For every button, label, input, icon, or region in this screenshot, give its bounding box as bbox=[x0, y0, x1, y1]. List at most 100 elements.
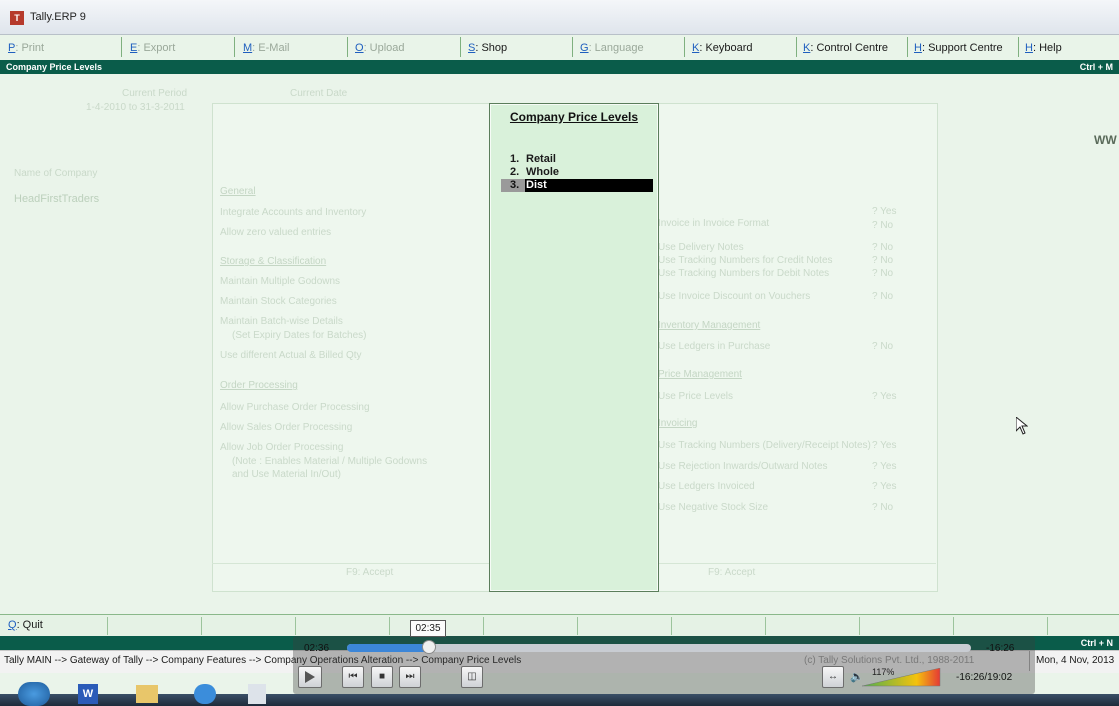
current-period-value: 1-4-2010 to 31-3-2011 bbox=[86, 102, 185, 113]
rc-label: Use Ledgers in Purchase bbox=[658, 341, 771, 352]
stop-button[interactable]: ■ bbox=[371, 666, 393, 688]
previous-icon: ⏮ bbox=[348, 671, 358, 682]
fit-width-icon: ↔ bbox=[828, 671, 838, 682]
rc-label: Use Tracking Numbers for Debit Notes bbox=[658, 268, 830, 279]
mouse-cursor-icon bbox=[1016, 417, 1028, 435]
fit-width-button[interactable]: ↔ bbox=[822, 666, 844, 688]
zoom-level: 117% bbox=[872, 667, 895, 677]
play-button[interactable] bbox=[298, 666, 322, 688]
current-period-label: Current Period bbox=[122, 88, 188, 99]
accept-button-bg: F9: Accept bbox=[346, 567, 394, 578]
play-icon bbox=[305, 671, 315, 683]
rc-value: ? No bbox=[872, 220, 894, 231]
seek-tooltip: 02:35 bbox=[410, 620, 446, 637]
section-storage: Storage & Classification bbox=[220, 256, 327, 267]
section-general: General bbox=[220, 186, 256, 197]
menu-language[interactable]: G: Language bbox=[580, 42, 644, 54]
stop-icon: ■ bbox=[378, 671, 386, 682]
allow-zero-valued: Allow zero valued entries bbox=[220, 227, 332, 238]
windows-taskbar: W bbox=[0, 682, 1119, 706]
rc-label: Use Invoice Discount on Vouchers bbox=[658, 291, 811, 302]
rc-value: ? No bbox=[872, 242, 894, 253]
rc-label: Use Rejection Inwards/Outward Notes bbox=[658, 461, 828, 472]
price-level-item[interactable]: 2. Whole bbox=[490, 166, 658, 179]
window-title: Tally.ERP 9 bbox=[30, 11, 86, 23]
rc-label: Use Price Levels bbox=[658, 391, 734, 402]
price-levels-popup: Company Price Levels 1. Retail 2. Whole … bbox=[489, 103, 659, 592]
rc-value: ? No bbox=[872, 255, 894, 266]
rc-value: ? Yes bbox=[872, 391, 897, 402]
current-date: Mon, 4 Nov, 2013 bbox=[1029, 651, 1114, 671]
window-titlebar: T Tally.ERP 9 bbox=[0, 0, 1119, 35]
screen-title: Company Price Levels bbox=[6, 62, 103, 72]
actual-billed: Use different Actual & Billed Qty bbox=[220, 350, 362, 361]
name-of-company-label: Name of Company bbox=[14, 168, 98, 179]
fullscreen-icon: ◫ bbox=[467, 671, 477, 682]
company-name: HeadFirstTraders bbox=[14, 193, 100, 205]
menu-export[interactable]: E: Export bbox=[130, 42, 175, 54]
rc-value: ? Yes bbox=[872, 461, 897, 472]
popup-title: Company Price Levels bbox=[509, 110, 639, 124]
job-note-2: and Use Material In/Out) bbox=[232, 469, 341, 480]
menu-email[interactable]: M: E-Mail bbox=[243, 42, 289, 54]
right-edge-text: WW bbox=[1094, 133, 1117, 147]
menu-print[interactable]: P: Print bbox=[8, 42, 44, 54]
rc-value: ? No bbox=[872, 341, 894, 352]
calculator-icon[interactable] bbox=[248, 684, 266, 704]
stock-categories: Maintain Stock Categories bbox=[220, 296, 337, 307]
rc-section: Price Management bbox=[658, 369, 742, 380]
rc-value: ? Yes bbox=[872, 206, 897, 217]
seek-handle[interactable] bbox=[422, 640, 436, 654]
current-date-label: Current Date bbox=[290, 88, 348, 99]
price-level-item[interactable]: 1. Retail bbox=[490, 153, 658, 166]
batch-wise: Maintain Batch-wise Details bbox=[220, 316, 343, 327]
rc-value: ? Yes bbox=[872, 481, 897, 492]
internet-explorer-icon[interactable] bbox=[194, 684, 216, 704]
elapsed-time: 02:36 bbox=[304, 643, 330, 654]
rc-value: ? No bbox=[872, 291, 894, 302]
menu-upload[interactable]: O: Upload bbox=[355, 42, 405, 54]
rc-value: ? No bbox=[872, 502, 894, 513]
section-order-processing: Order Processing bbox=[220, 380, 298, 391]
job-note-1: (Note : Enables Material / Multiple Godo… bbox=[232, 456, 428, 467]
rc-value: ? Yes bbox=[872, 440, 897, 451]
time-total: -16:26/19:02 bbox=[956, 672, 1013, 683]
next-icon: ⏭ bbox=[405, 671, 415, 682]
rc-value: ? No bbox=[872, 268, 894, 279]
menu-help[interactable]: H: Help bbox=[1025, 42, 1062, 54]
explorer-icon[interactable] bbox=[136, 685, 158, 703]
rc-section: Invoicing bbox=[658, 418, 698, 429]
rc-label: Use Tracking Numbers (Delivery/Receipt N… bbox=[658, 440, 871, 451]
menu-keyboard[interactable]: K: Keyboard bbox=[692, 42, 753, 54]
menu-shop[interactable]: S: Shop bbox=[468, 42, 507, 54]
menu-support-centre[interactable]: H: Support Centre bbox=[914, 42, 1003, 54]
rc-label: Invoice in Invoice Format bbox=[658, 218, 770, 229]
seek-progress bbox=[347, 644, 428, 652]
rc-section: Inventory Management bbox=[658, 320, 761, 331]
seek-bar[interactable] bbox=[347, 644, 971, 652]
integrate-accounts: Integrate Accounts and Inventory bbox=[220, 207, 367, 218]
tally-app-icon: T bbox=[10, 11, 24, 25]
next-button[interactable]: ⏭ bbox=[399, 666, 421, 688]
job-order: Allow Job Order Processing bbox=[220, 442, 344, 453]
purchase-order: Allow Purchase Order Processing bbox=[220, 402, 370, 413]
word-icon[interactable]: W bbox=[78, 684, 98, 704]
rc-label: Use Tracking Numbers for Credit Notes bbox=[658, 255, 833, 266]
status-shortcut: Ctrl + N bbox=[1080, 638, 1113, 648]
accept-button-bg-2: F9: Accept bbox=[708, 567, 756, 578]
rc-label: Use Delivery Notes bbox=[658, 242, 744, 253]
previous-button[interactable]: ⏮ bbox=[342, 666, 364, 688]
bottom-button-bar: Q: Quit bbox=[0, 614, 1119, 637]
multiple-godowns: Maintain Multiple Godowns bbox=[220, 276, 341, 287]
set-expiry: (Set Expiry Dates for Batches) bbox=[232, 330, 367, 341]
start-icon[interactable] bbox=[18, 682, 50, 706]
remaining-time: -16:26 bbox=[986, 643, 1015, 654]
screen-header-bar: Company Price Levels Ctrl + M bbox=[0, 60, 1119, 74]
price-level-item-selected[interactable]: 3. Dist bbox=[490, 179, 658, 192]
screen-shortcut: Ctrl + M bbox=[1079, 62, 1113, 72]
menu-control-centre[interactable]: K: Control Centre bbox=[803, 42, 888, 54]
rc-label: Use Negative Stock Size bbox=[658, 502, 769, 513]
sales-order: Allow Sales Order Processing bbox=[220, 422, 353, 433]
rc-label: Use Ledgers Invoiced bbox=[658, 481, 755, 492]
fullscreen-button[interactable]: ◫ bbox=[461, 666, 483, 688]
